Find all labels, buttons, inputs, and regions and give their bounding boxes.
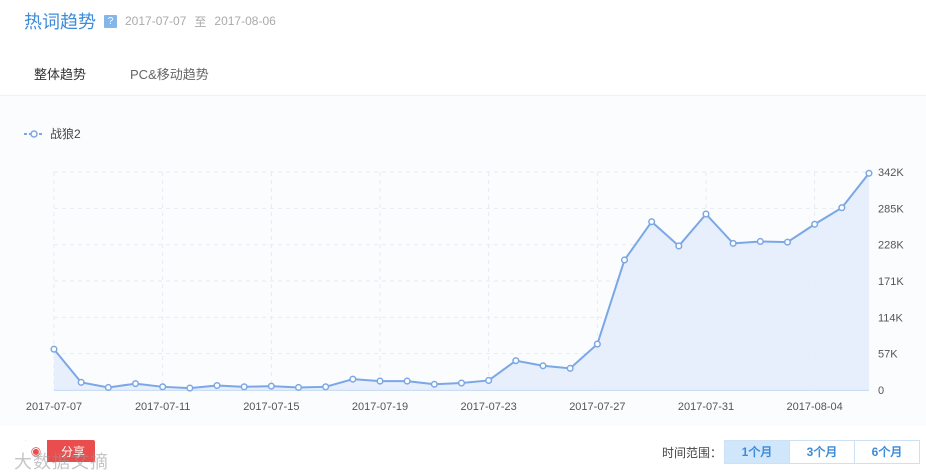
data-point xyxy=(485,376,493,384)
range-1-month-button[interactable]: 1个月 xyxy=(725,441,789,463)
data-point xyxy=(267,382,275,390)
data-point xyxy=(539,362,547,370)
y-tick-label: 57K xyxy=(878,349,898,361)
data-point xyxy=(294,383,303,392)
x-tick-label: 2017-07-23 xyxy=(461,401,517,413)
legend-line-marker-icon xyxy=(24,129,44,138)
y-tick-label: 228K xyxy=(878,240,904,252)
series-area xyxy=(54,173,869,390)
x-tick-label: 2017-08-04 xyxy=(787,401,843,413)
data-point xyxy=(811,220,819,228)
data-point xyxy=(240,383,248,391)
data-point xyxy=(593,340,601,348)
data-point xyxy=(376,377,384,385)
data-point xyxy=(838,204,846,212)
data-point xyxy=(349,375,357,383)
x-tick-label: 2017-07-11 xyxy=(135,401,190,413)
watermark: 大数据文摘 xyxy=(14,452,109,472)
range-3-months-button[interactable]: 3个月 xyxy=(789,441,854,463)
data-point xyxy=(430,380,438,388)
data-point xyxy=(620,256,629,264)
data-point xyxy=(131,380,140,388)
x-tick-label: 2017-07-31 xyxy=(678,401,734,413)
y-tick-label: 285K xyxy=(878,203,904,215)
x-tick-label: 2017-07-07 xyxy=(26,401,82,413)
trend-chart: 0 57K 114K 171K 228K 285K 342K 2017-07-07 2017-0… xyxy=(26,167,904,413)
data-point xyxy=(648,218,656,226)
y-tick-label: 114K xyxy=(878,312,904,324)
data-point xyxy=(159,383,167,391)
data-point xyxy=(213,381,221,390)
y-tick-label: 171K xyxy=(878,276,904,288)
data-point xyxy=(756,237,764,246)
x-tick-label: 2017-07-15 xyxy=(243,401,299,413)
data-point xyxy=(322,383,330,391)
data-point xyxy=(77,378,85,386)
data-point xyxy=(50,345,58,353)
y-tick-label: 0 xyxy=(878,385,884,397)
data-point xyxy=(186,384,194,392)
chart-legend[interactable]: 战狼2 xyxy=(24,125,81,142)
y-tick-label: 342K xyxy=(878,167,904,179)
time-range-label: 时间范围： xyxy=(662,446,723,460)
data-point xyxy=(512,357,520,365)
data-point xyxy=(403,377,411,385)
data-point xyxy=(783,238,792,246)
data-point xyxy=(457,379,466,387)
data-point xyxy=(675,242,683,250)
data-point xyxy=(865,169,873,177)
x-tick-label: 2017-07-19 xyxy=(352,401,408,413)
data-point xyxy=(702,210,710,218)
range-6-months-button[interactable]: 6个月 xyxy=(854,441,919,463)
x-tick-label: 2017-07-27 xyxy=(569,401,625,413)
data-point xyxy=(566,364,574,372)
legend-series-name: 战狼2 xyxy=(50,127,81,141)
data-point xyxy=(104,383,112,392)
time-range-selector: 1个月 3个月 6个月 xyxy=(724,440,920,464)
data-point xyxy=(729,239,737,247)
